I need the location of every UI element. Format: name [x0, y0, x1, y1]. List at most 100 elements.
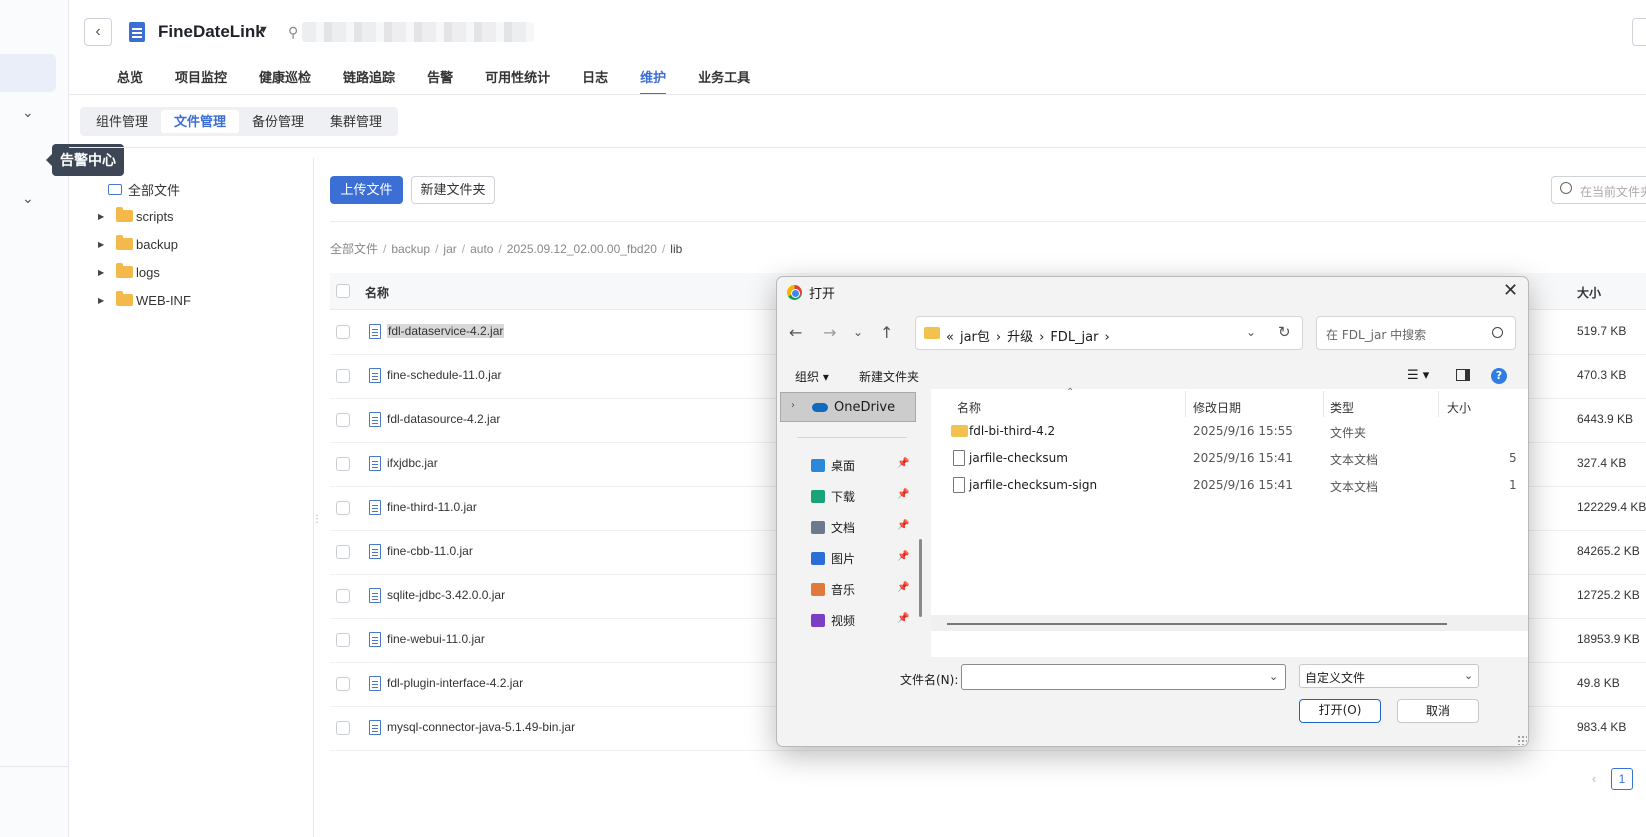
file-name[interactable]: fine-cbb-11.0.jar	[387, 544, 473, 558]
splitter-handle[interactable]: ⋮	[312, 514, 322, 525]
forward-arrow-icon[interactable]: →	[823, 323, 836, 342]
address-bar[interactable]: « jar包 › 升级 › FDL_jar › ⌄ ↻	[915, 316, 1303, 350]
view-options-icon[interactable]: ☰ ▾	[1407, 368, 1429, 383]
tab-5[interactable]: 可用性统计	[485, 67, 550, 95]
chevron-down-icon[interactable]: ⌄	[1269, 670, 1278, 683]
header-right-button[interactable]	[1632, 18, 1646, 46]
file-name[interactable]: fine-schedule-11.0.jar	[387, 368, 502, 382]
column-name[interactable]: 名称	[365, 284, 389, 301]
address-segment[interactable]: ›	[1039, 330, 1044, 345]
open-button[interactable]: 打开(O)	[1299, 699, 1381, 723]
nav-item[interactable]: 图片 📌	[811, 548, 909, 568]
nav-item[interactable]: 桌面 📌	[811, 455, 909, 475]
column-type[interactable]: 类型	[1330, 399, 1354, 416]
row-checkbox[interactable]	[336, 589, 350, 603]
chevron-down-icon[interactable]: ⌄	[1246, 325, 1256, 339]
breadcrumb-item[interactable]: 全部文件	[330, 242, 378, 256]
row-checkbox[interactable]	[336, 721, 350, 735]
row-checkbox[interactable]	[336, 457, 350, 471]
file-name[interactable]: ifxjdbc.jar	[387, 456, 438, 470]
pin-icon[interactable]: 📌	[897, 582, 909, 593]
row-checkbox[interactable]	[336, 369, 350, 383]
file-name[interactable]: fdl-dataservice-4.2.jar	[387, 324, 505, 338]
file-name[interactable]: sqlite-jdbc-3.42.0.0.jar	[387, 588, 505, 602]
column-size[interactable]: 大小	[1577, 284, 1601, 301]
horizontal-scrollbar[interactable]	[947, 623, 1447, 625]
back-button[interactable]: ‹	[84, 18, 112, 46]
pin-icon[interactable]: 📌	[897, 613, 909, 624]
tab-1[interactable]: 项目监控	[175, 67, 227, 95]
tab-4[interactable]: 告警	[427, 67, 453, 95]
address-segment[interactable]: jar包	[960, 330, 990, 345]
tree-folder[interactable]: ▶ logs	[98, 262, 160, 282]
nav-item[interactable]: 文档 📌	[811, 517, 909, 537]
cancel-button[interactable]: 取消	[1397, 699, 1479, 723]
rail-active-item[interactable]	[0, 54, 56, 92]
pin-icon[interactable]: 📌	[897, 520, 909, 531]
expand-arrow-icon[interactable]: ▶	[98, 268, 108, 277]
prev-page-button[interactable]: ‹	[1592, 771, 1596, 786]
address-segment[interactable]: ›	[996, 330, 1001, 345]
file-name[interactable]: fdl-plugin-interface-4.2.jar	[387, 676, 523, 690]
address-segment[interactable]: FDL_jar	[1050, 330, 1098, 345]
address-segment[interactable]: ›	[1104, 330, 1109, 345]
row-checkbox[interactable]	[336, 325, 350, 339]
refresh-icon[interactable]: ↻	[1278, 323, 1291, 341]
subtab-3[interactable]: 集群管理	[317, 110, 395, 133]
column-divider[interactable]	[1438, 391, 1439, 417]
row-checkbox[interactable]	[336, 677, 350, 691]
search-input[interactable]: 在当前文件夹	[1551, 176, 1646, 204]
row-checkbox[interactable]	[336, 633, 350, 647]
chevron-right-icon[interactable]: ›	[791, 400, 795, 411]
file-name[interactable]: fine-third-11.0.jar	[387, 500, 477, 514]
nav-item-onedrive[interactable]: › OneDrive	[780, 392, 916, 422]
file-name[interactable]: fdl-datasource-4.2.jar	[387, 412, 500, 426]
select-all-checkbox[interactable]	[336, 284, 350, 298]
new-folder-button[interactable]: 新建文件夹	[859, 368, 919, 385]
subtab-2[interactable]: 备份管理	[239, 110, 317, 133]
page-button[interactable]: 1	[1611, 768, 1633, 790]
new-folder-button[interactable]: 新建文件夹	[411, 176, 495, 204]
file-name[interactable]: mysql-connector-java-5.1.49-bin.jar	[387, 720, 575, 734]
row-checkbox[interactable]	[336, 413, 350, 427]
tab-7[interactable]: 维护	[640, 67, 667, 95]
nav-scrollbar[interactable]	[919, 539, 922, 617]
dialog-file-row[interactable]: jarfile-checksum-sign 2025/9/16 15:41 文本文档…	[949, 474, 1528, 496]
expand-arrow-icon[interactable]: ▶	[98, 296, 108, 305]
app-title[interactable]: FineDateLink	[158, 22, 265, 42]
column-name[interactable]: 名称	[957, 399, 981, 416]
address-segment[interactable]: «	[946, 330, 954, 345]
breadcrumb-item[interactable]: 2025.09.12_02.00.00_fbd20	[507, 242, 657, 256]
filename-input[interactable]: ⌄	[961, 664, 1286, 690]
column-size[interactable]: 大小	[1447, 399, 1471, 416]
address-segment[interactable]: 升级	[1007, 330, 1033, 345]
caret-down-icon[interactable]: ▼	[258, 24, 269, 36]
dialog-search-input[interactable]: 在 FDL_jar 中搜索	[1316, 316, 1516, 350]
subtab-0[interactable]: 组件管理	[83, 110, 161, 133]
chevron-down-icon[interactable]: ⌄	[22, 190, 34, 207]
tab-3[interactable]: 链路追踪	[343, 67, 395, 95]
file-name[interactable]: fine-webui-11.0.jar	[387, 632, 485, 646]
nav-item[interactable]: 音乐 📌	[811, 579, 909, 599]
row-checkbox[interactable]	[336, 545, 350, 559]
column-modified[interactable]: 修改日期	[1193, 399, 1241, 416]
pin-icon[interactable]: 📌	[897, 551, 909, 562]
row-checkbox[interactable]	[336, 501, 350, 515]
nav-item[interactable]: 下载 📌	[811, 486, 909, 506]
dialog-file-row[interactable]: fdl-bi-third-4.2 2025/9/16 15:55 文件夹	[949, 420, 1528, 442]
column-divider[interactable]	[1323, 391, 1324, 417]
pin-icon[interactable]: 📌	[897, 489, 909, 500]
breadcrumb-item[interactable]: jar	[443, 242, 456, 256]
tab-8[interactable]: 业务工具	[698, 67, 750, 95]
tree-root[interactable]: 全部文件	[108, 179, 180, 199]
breadcrumb-item[interactable]: lib	[670, 242, 682, 256]
tree-folder[interactable]: ▶ backup	[98, 234, 178, 254]
up-arrow-icon[interactable]: ↑	[880, 323, 893, 342]
tab-2[interactable]: 健康巡检	[259, 67, 311, 95]
file-type-select[interactable]: 自定义文件 ⌄	[1299, 664, 1479, 688]
breadcrumb-item[interactable]: auto	[470, 242, 493, 256]
tab-0[interactable]: 总览	[117, 67, 143, 95]
back-arrow-icon[interactable]: ←	[789, 323, 802, 342]
organize-menu[interactable]: 组织 ▾	[795, 368, 829, 385]
pin-icon[interactable]: 📌	[897, 458, 909, 469]
